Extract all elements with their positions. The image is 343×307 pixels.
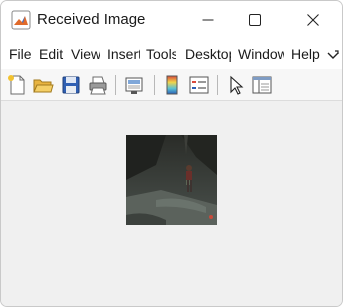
pointer-icon[interactable] <box>225 74 247 96</box>
minimize-button[interactable] <box>185 1 231 39</box>
maximize-button[interactable] <box>232 1 278 39</box>
toolbar-separator <box>154 75 155 95</box>
received-image <box>126 135 217 225</box>
maximize-icon <box>249 14 261 26</box>
property-inspector-icon[interactable] <box>251 74 273 96</box>
link-plot-icon[interactable] <box>123 74 145 96</box>
menu-help[interactable]: Help <box>291 46 321 63</box>
menu-bar: File Edit View Insert Tools Desktop Wind… <box>1 39 342 69</box>
save-disk-icon[interactable] <box>60 74 82 96</box>
figure-toolbar <box>1 69 342 101</box>
figure-canvas[interactable] <box>1 101 342 306</box>
close-icon <box>307 14 319 26</box>
figure-window: Received Image File Edit View Insert Too… <box>0 0 343 307</box>
menu-window[interactable]: Window <box>238 46 284 63</box>
close-button[interactable] <box>290 1 336 39</box>
menu-edit[interactable]: Edit <box>39 46 65 63</box>
legend-icon[interactable] <box>188 74 210 96</box>
printer-icon[interactable] <box>87 74 109 96</box>
menu-file[interactable]: File <box>9 46 33 63</box>
menu-tools[interactable]: Tools <box>146 46 176 63</box>
toolbar-separator <box>217 75 218 95</box>
menu-desktop[interactable]: Desktop <box>185 46 231 63</box>
title-bar[interactable]: Received Image <box>1 1 342 39</box>
colorbar-icon[interactable] <box>161 74 183 96</box>
menu-view[interactable]: View <box>71 46 100 63</box>
menu-insert[interactable]: Insert <box>107 46 140 63</box>
chevron-more-icon[interactable] <box>327 49 339 61</box>
open-folder-icon[interactable] <box>32 74 54 96</box>
toolbar-separator <box>115 75 116 95</box>
window-title: Received Image <box>37 11 146 28</box>
minimize-icon <box>202 19 214 21</box>
new-file-icon[interactable] <box>6 74 28 96</box>
matlab-figure-icon <box>11 10 31 30</box>
